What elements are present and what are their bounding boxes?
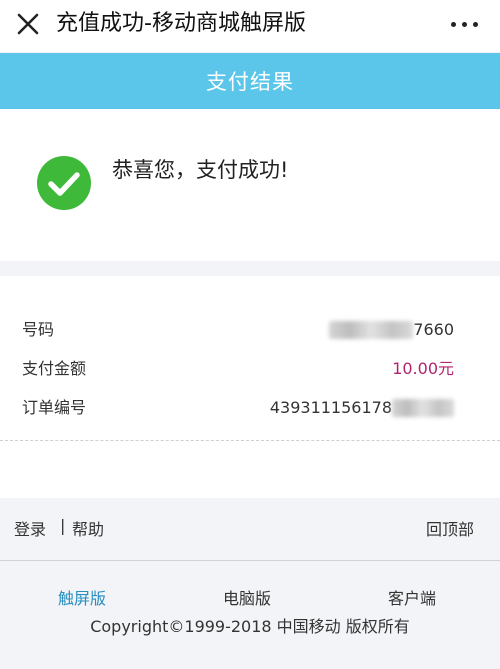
amount-label: 支付金额: [22, 359, 87, 378]
footer-links: 登录 | 帮助 回顶部: [0, 498, 500, 561]
detail-row-phone: 号码 7660: [22, 316, 454, 344]
phone-label: 号码: [22, 320, 55, 339]
order-value: 439311156178: [270, 394, 454, 422]
close-icon: [17, 13, 39, 35]
phone-visible-digits: 7660: [413, 320, 454, 339]
masked-digits: [392, 399, 454, 417]
version-bar: 触屏版 电脑版 客户端 Copyright©1999-2018 中国移动 版权所…: [0, 561, 500, 669]
link-separator: |: [60, 516, 66, 535]
close-button[interactable]: [14, 10, 42, 38]
divider: [0, 440, 500, 441]
touch-version-link[interactable]: 触屏版: [58, 585, 106, 609]
window-title: 充值成功-移动商城触屏版: [56, 11, 306, 36]
order-label: 订单编号: [22, 398, 87, 417]
login-link[interactable]: 登录: [14, 516, 46, 540]
client-link[interactable]: 客户端: [388, 585, 436, 609]
more-icon: [451, 21, 456, 27]
pc-version-link[interactable]: 电脑版: [223, 585, 271, 609]
top-bar: 充值成功-移动商城触屏版: [0, 0, 500, 52]
help-link[interactable]: 帮助: [72, 516, 104, 540]
success-message: 恭喜您，支付成功!: [112, 158, 289, 182]
back-to-top-link[interactable]: 回顶部: [426, 516, 474, 540]
payment-details: [0, 276, 500, 498]
copyright: Copyright©1999-2018 中国移动 版权所有: [90, 617, 410, 636]
order-visible-digits: 439311156178: [269, 398, 392, 417]
section-title-bar: 支付结果: [0, 53, 500, 109]
masked-digits: [329, 321, 414, 339]
amount-value: 10.00元: [392, 359, 454, 378]
detail-row-order: 订单编号 439311156178: [22, 394, 454, 422]
more-button[interactable]: [438, 10, 478, 38]
phone-value: 7660: [329, 316, 454, 344]
check-circle-icon: [37, 156, 91, 210]
success-panel: 恭喜您，支付成功!: [0, 109, 500, 261]
section-title: 支付结果: [206, 70, 294, 94]
detail-row-amount: 支付金额 10.00元: [22, 355, 454, 383]
